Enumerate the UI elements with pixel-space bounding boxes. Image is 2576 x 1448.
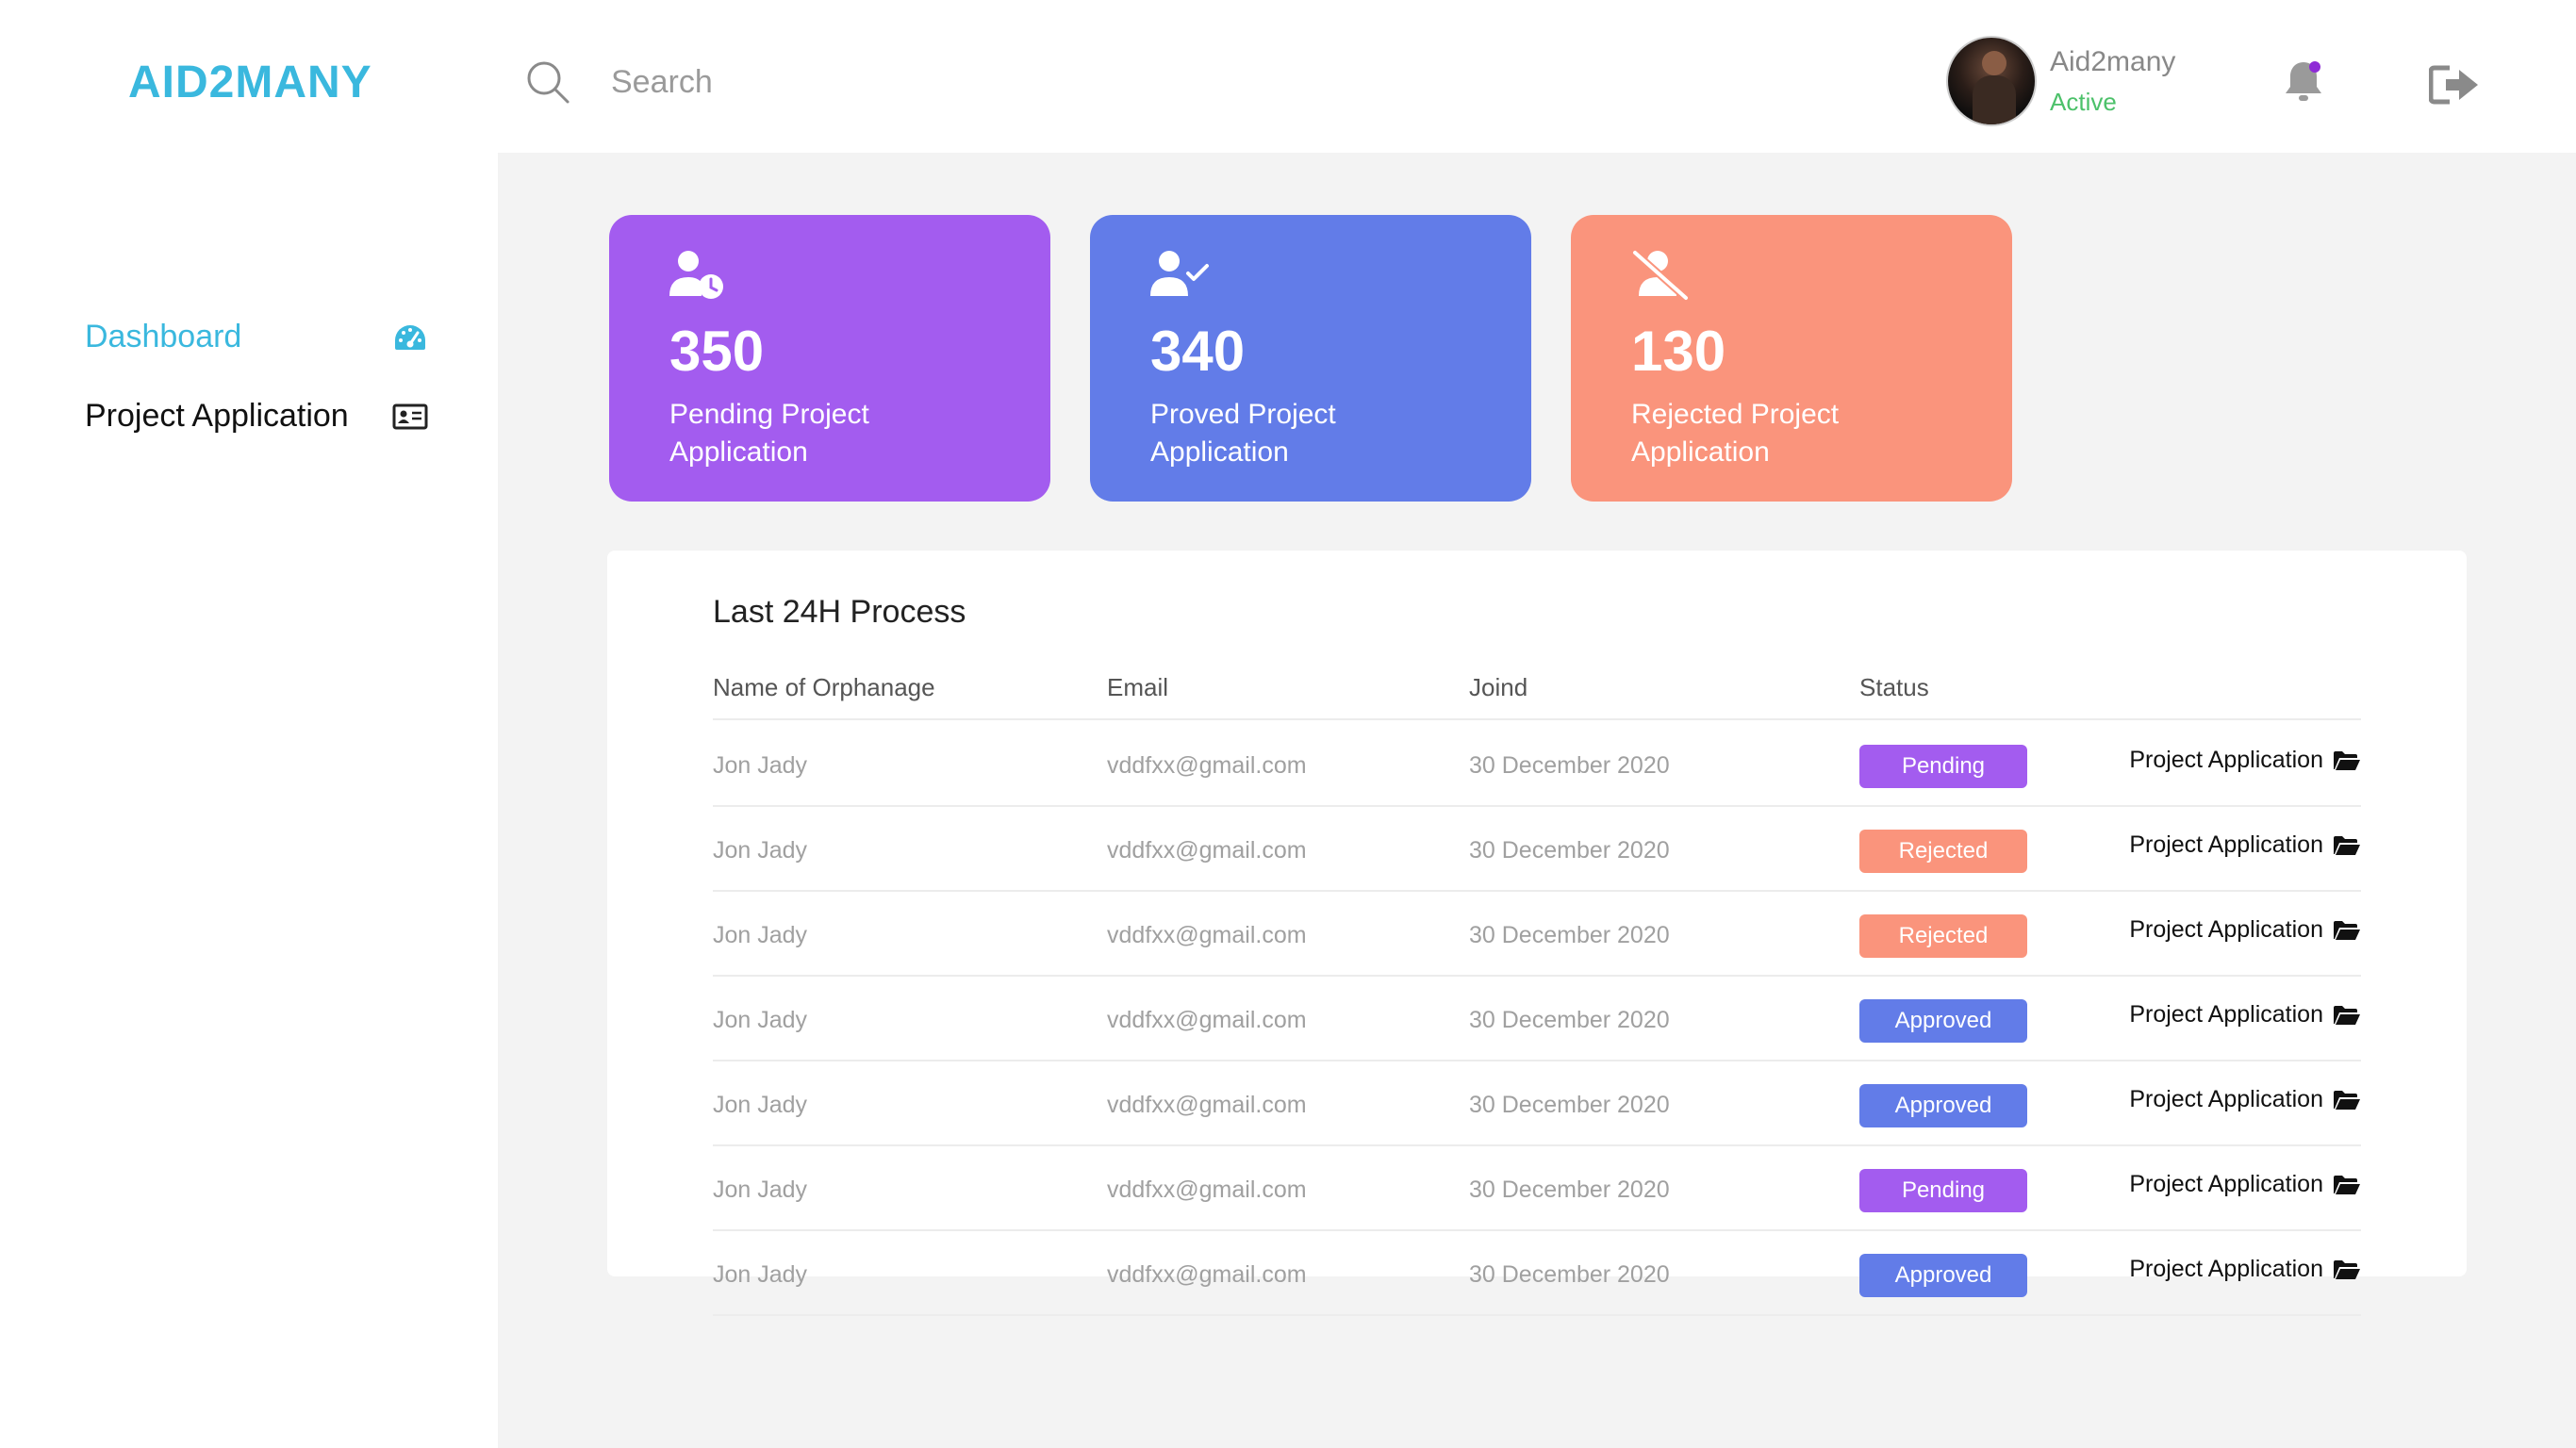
avatar[interactable] <box>1946 36 2037 126</box>
sidebar-item-project-application[interactable]: Project Application <box>85 398 428 435</box>
cell-orphanage-name: Jon Jady <box>713 837 808 864</box>
action-label: Project Application <box>2129 916 2323 943</box>
column-header-status: Status <box>1859 673 1929 701</box>
table-row[interactable]: Jon Jady vddfxx@gmail.com 30 December 2020… <box>713 892 2361 977</box>
panel-title: Last 24H Process <box>713 594 966 630</box>
app-logo[interactable]: AID2MANY <box>128 57 372 108</box>
stat-label: Pending Project Application <box>669 399 869 468</box>
table-header: Name of Orphanage Email Joind Status <box>713 673 2361 720</box>
user-status: Active <box>2050 87 2117 116</box>
status-badge: Approved <box>1859 999 2027 1043</box>
stat-card-pending[interactable]: 350 Pending Project Application <box>609 215 1050 502</box>
cell-joined-date: 30 December 2020 <box>1469 837 1670 864</box>
user-name: Aid2many <box>2050 45 2176 77</box>
cell-orphanage-name: Jon Jady <box>713 922 808 948</box>
action-label: Project Application <box>2129 831 2323 858</box>
sidebar: Dashboard Project Application <box>0 153 498 1448</box>
stat-value: 350 <box>669 320 765 383</box>
cell-orphanage-name: Jon Jady <box>713 1092 808 1118</box>
user-profile[interactable]: Aid2many Active <box>1946 36 2175 126</box>
cell-email: vddfxx@gmail.com <box>1107 752 1307 779</box>
action-label: Project Application <box>2129 1086 2323 1112</box>
id-card-icon <box>392 403 428 429</box>
status-badge: Rejected <box>1859 914 2027 958</box>
process-table-panel: Last 24H Process Name of Orphanage Email… <box>607 551 2467 1316</box>
cell-joined-date: 30 December 2020 <box>1469 1176 1670 1203</box>
user-check-icon <box>1150 251 1209 296</box>
main-content: 350 Pending Project Application 340 Prov… <box>498 153 2576 1448</box>
project-application-link[interactable]: Project Application <box>2129 1086 2361 1113</box>
cell-joined-date: 30 December 2020 <box>1469 1092 1670 1118</box>
stat-label: Rejected Project Application <box>1631 399 1840 468</box>
sidebar-item-dashboard[interactable]: Dashboard <box>85 319 428 355</box>
table-row[interactable]: Jon Jady vddfxx@gmail.com 30 December 2020… <box>713 1146 2361 1231</box>
cell-joined-date: 30 December 2020 <box>1469 1007 1670 1033</box>
table-row[interactable]: Jon Jady vddfxx@gmail.com 30 December 2020… <box>713 807 2361 892</box>
folder-open-icon <box>2334 750 2360 770</box>
project-application-link[interactable]: Project Application <box>2129 916 2361 944</box>
status-badge: Pending <box>1859 745 2027 788</box>
folder-open-icon <box>2334 1259 2360 1279</box>
sidebar-item-label: Project Application <box>85 398 349 434</box>
project-application-link[interactable]: Project Application <box>2129 831 2361 859</box>
table-row[interactable]: Jon Jady vddfxx@gmail.com 30 December 2020… <box>713 1061 2361 1146</box>
status-badge: Approved <box>1859 1084 2027 1127</box>
action-label: Project Application <box>2129 1001 2323 1028</box>
cell-email: vddfxx@gmail.com <box>1107 1261 1307 1288</box>
folder-open-icon <box>2334 1175 2360 1194</box>
sidebar-item-label: Dashboard <box>85 319 242 354</box>
project-application-link[interactable]: Project Application <box>2129 1256 2361 1283</box>
table-row[interactable]: Jon Jady vddfxx@gmail.com 30 December 2020… <box>713 977 2361 1061</box>
table-row[interactable]: Jon Jady vddfxx@gmail.com 30 December 2020… <box>713 722 2361 807</box>
column-header-name: Name of Orphanage <box>713 673 935 701</box>
folder-open-icon <box>2334 920 2360 940</box>
user-clock-icon <box>669 251 723 299</box>
status-badge: Approved <box>1859 1254 2027 1297</box>
stat-value: 340 <box>1150 320 1246 383</box>
project-application-link[interactable]: Project Application <box>2129 747 2361 774</box>
user-slash-icon <box>1632 250 1689 301</box>
cell-email: vddfxx@gmail.com <box>1107 922 1307 948</box>
cell-orphanage-name: Jon Jady <box>713 1007 808 1033</box>
top-header: AID2MANY Search Aid2many Active <box>0 0 2576 153</box>
stat-value: 130 <box>1631 320 1726 383</box>
stat-card-rejected[interactable]: 130 Rejected Project Application <box>1571 215 2012 502</box>
cell-email: vddfxx@gmail.com <box>1107 837 1307 864</box>
action-label: Project Application <box>2129 747 2323 773</box>
cell-orphanage-name: Jon Jady <box>713 1176 808 1203</box>
cell-joined-date: 30 December 2020 <box>1469 752 1670 779</box>
action-label: Project Application <box>2129 1171 2323 1197</box>
dashboard-gauge-icon <box>395 324 425 350</box>
cell-orphanage-name: Jon Jady <box>713 752 808 779</box>
column-header-joined: Joind <box>1469 673 1528 701</box>
folder-open-icon <box>2334 1090 2360 1110</box>
cell-joined-date: 30 December 2020 <box>1469 1261 1670 1288</box>
project-application-link[interactable]: Project Application <box>2129 1171 2361 1198</box>
folder-open-icon <box>2334 835 2360 855</box>
search-icon[interactable] <box>524 58 571 106</box>
stat-card-approved[interactable]: 340 Proved Project Application <box>1090 215 1531 502</box>
search-input[interactable]: Search <box>611 64 713 101</box>
folder-open-icon <box>2334 1005 2360 1025</box>
table-row[interactable]: Jon Jady vddfxx@gmail.com 30 December 2020… <box>713 1231 2361 1316</box>
action-label: Project Application <box>2129 1256 2323 1282</box>
cell-orphanage-name: Jon Jady <box>713 1261 808 1288</box>
status-badge: Rejected <box>1859 830 2027 873</box>
notification-bell-icon[interactable] <box>2282 58 2325 106</box>
project-application-link[interactable]: Project Application <box>2129 1001 2361 1028</box>
search-bar[interactable]: Search <box>524 58 713 106</box>
logout-icon[interactable] <box>2429 64 2482 106</box>
column-header-email: Email <box>1107 673 1169 701</box>
cell-email: vddfxx@gmail.com <box>1107 1176 1307 1203</box>
stat-label: Proved Project Application <box>1150 399 1336 468</box>
cell-email: vddfxx@gmail.com <box>1107 1007 1307 1033</box>
status-badge: Pending <box>1859 1169 2027 1212</box>
cell-joined-date: 30 December 2020 <box>1469 922 1670 948</box>
cell-email: vddfxx@gmail.com <box>1107 1092 1307 1118</box>
